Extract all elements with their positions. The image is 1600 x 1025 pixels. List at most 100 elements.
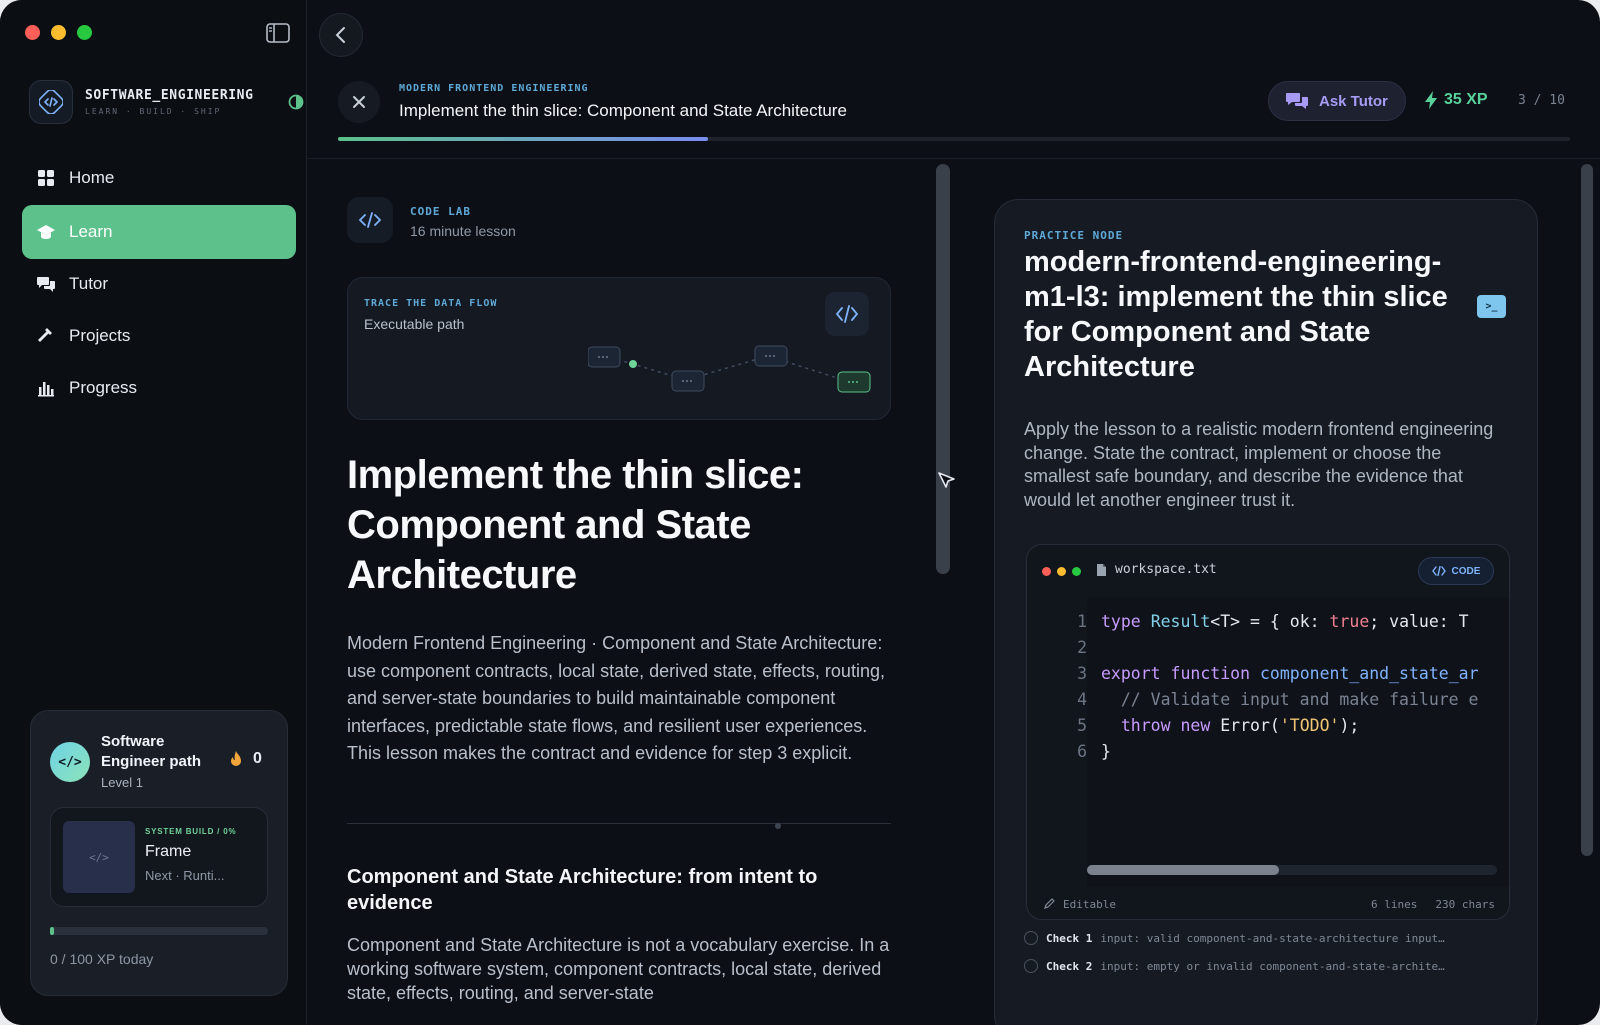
lesson-progress-fill [338, 137, 708, 141]
practice-eyebrow: PRACTICE NODE [1024, 229, 1124, 242]
window-controls [25, 25, 92, 40]
app-window: SOFTWARE_ENGINEERING LEARN · BUILD · SHI… [0, 0, 1600, 1025]
check-label: Check 1 [1046, 931, 1093, 945]
close-icon [353, 96, 365, 108]
grid-icon [38, 170, 54, 186]
lesson-title: Implement the thin slice: Component and … [399, 101, 847, 120]
terminal-icon: >_ [1477, 295, 1506, 318]
section-divider-dot [775, 823, 781, 829]
frame-eyebrow: SYSTEM BUILD / 0% [145, 827, 237, 836]
pencil-icon [1044, 898, 1055, 909]
lesson-heading: Implement the thin slice: Component and … [347, 453, 804, 597]
xp-today-progress-fill [50, 927, 55, 935]
xp-badge: 35 XP [1424, 90, 1488, 110]
path-card[interactable]: </> Software Engineer path Level 1 0 </>… [30, 710, 288, 996]
lesson-progress-bar [338, 137, 1570, 141]
check-text: input: valid component-and-state-archite… [1100, 931, 1445, 945]
chat-bubbles-icon [37, 277, 55, 292]
frame-thumbnail: </> [63, 821, 135, 893]
practice-title: modern-frontend-engineering-m1-l3: imple… [1024, 246, 1448, 383]
trace-eyebrow: TRACE THE DATA FLOW [364, 298, 498, 309]
code-icon [1431, 566, 1446, 576]
check-label: Check 2 [1046, 959, 1093, 973]
scrollbar-thumb[interactable] [1087, 865, 1279, 875]
check-status-icon [1024, 931, 1038, 945]
editor-line-count: 6 lines [1371, 897, 1418, 911]
chevron-left-icon [335, 27, 345, 43]
close-window-button[interactable] [25, 25, 40, 40]
xp-value: 35 XP [1444, 91, 1488, 108]
sidebar-item-tutor[interactable]: Tutor [22, 259, 296, 309]
lesson-duration: 16 minute lesson [410, 223, 516, 239]
step-counter: 3 / 10 [1518, 93, 1565, 108]
theme-toggle-icon[interactable] [288, 94, 304, 110]
checks-list: Check 1 input: valid component-and-state… [1024, 924, 1512, 980]
lesson-content[interactable]: CODE LAB 16 minute lesson TRACE THE DATA… [307, 160, 947, 1025]
practice-scrollbar[interactable] [1581, 164, 1593, 856]
editor-horizontal-scrollbar[interactable] [1087, 865, 1497, 875]
code-area[interactable]: 1 type Result<T> = { ok: true; value: T 2… [1077, 597, 1509, 887]
flame-icon [231, 751, 241, 766]
file-icon [1097, 563, 1106, 576]
code-line: 5 throw new Error('TODO'); [1077, 716, 1360, 735]
trace-subtitle: Executable path [364, 316, 465, 332]
xp-today-label: 0 / 100 XP today [50, 951, 154, 967]
code-icon [347, 197, 393, 243]
practice-node-card: PRACTICE NODE modern-frontend-engineerin… [994, 199, 1538, 1025]
sidebar-item-learn[interactable]: Learn [22, 205, 296, 259]
maximize-window-button[interactable] [77, 25, 92, 40]
codelab-eyebrow: CODE LAB [410, 205, 471, 218]
section-text: Component and State Architecture is not … [347, 935, 890, 1003]
back-button[interactable] [319, 13, 363, 57]
streak-count: 0 [253, 750, 262, 767]
practice-description: Apply the lesson to a realistic modern f… [1024, 419, 1494, 510]
lesson-scrollbar[interactable] [936, 164, 950, 574]
path-title: Software Engineer path [101, 733, 202, 770]
code-icon [29, 80, 73, 124]
sidebar: SOFTWARE_ENGINEERING LEARN · BUILD · SHI… [0, 0, 307, 1025]
code-line: 4 // Validate input and make failure e [1077, 690, 1479, 709]
course-eyebrow: MODERN FRONTEND ENGINEERING [399, 83, 589, 94]
check-item[interactable]: Check 2 input: empty or invalid componen… [1024, 952, 1512, 980]
hammer-icon [38, 328, 52, 342]
check-item[interactable]: Check 1 input: valid component-and-state… [1024, 924, 1512, 952]
minimize-window-button[interactable] [51, 25, 66, 40]
editor-status: Editable [1063, 897, 1116, 911]
sidebar-toggle-icon[interactable] [266, 23, 290, 43]
editor-status-bar: Editable 6 lines 230 chars [1027, 887, 1509, 919]
brand-title: SOFTWARE_ENGINEERING [85, 88, 254, 103]
graduation-cap-icon [37, 225, 55, 239]
frame-next: Next · Runti... [145, 868, 225, 883]
check-status-icon [1024, 959, 1038, 973]
code-editor[interactable]: workspace.txt CODE 1 type Result<T> = { o… [1026, 544, 1510, 920]
sidebar-item-label: Progress [69, 378, 138, 397]
frame-card[interactable]: </> SYSTEM BUILD / 0% Frame Next · Runti… [50, 807, 268, 907]
lightning-icon [1425, 91, 1437, 109]
code-mode-badge[interactable]: CODE [1418, 557, 1494, 585]
code-line: 3 export function component_and_state_ar [1077, 664, 1479, 683]
code-line: 6} [1077, 742, 1111, 761]
frame-name: Frame [145, 843, 192, 860]
code-icon[interactable] [825, 292, 869, 336]
code-line: 1 type Result<T> = { ok: true; value: T [1077, 612, 1469, 631]
close-lesson-button[interactable] [338, 81, 380, 123]
sidebar-item-projects[interactable]: Projects [22, 311, 296, 361]
mouse-cursor-icon [938, 472, 955, 488]
sidebar-item-label: Home [69, 168, 115, 187]
trace-data-flow-card: TRACE THE DATA FLOW Executable path [347, 277, 891, 420]
sidebar-item-home[interactable]: Home [22, 153, 296, 203]
editor-filename-text: workspace.txt [1115, 562, 1217, 577]
sidebar-item-label: Projects [69, 326, 131, 345]
header-divider [307, 158, 1600, 159]
streak-counter: 0 [229, 750, 262, 768]
editor-char-count: 230 chars [1435, 897, 1495, 911]
ask-tutor-button[interactable]: Ask Tutor [1268, 81, 1406, 121]
section-heading: Component and State Architecture: from i… [347, 866, 818, 914]
brand[interactable]: SOFTWARE_ENGINEERING LEARN · BUILD · SHI… [29, 80, 309, 124]
path-avatar: </> [50, 742, 90, 782]
ask-tutor-label: Ask Tutor [1319, 92, 1388, 110]
sidebar-nav: Home Learn Tutor Projects Progress [22, 153, 296, 415]
code-mode-label: CODE [1451, 565, 1481, 577]
editor-window-dots [1042, 567, 1081, 576]
sidebar-item-progress[interactable]: Progress [22, 363, 296, 413]
